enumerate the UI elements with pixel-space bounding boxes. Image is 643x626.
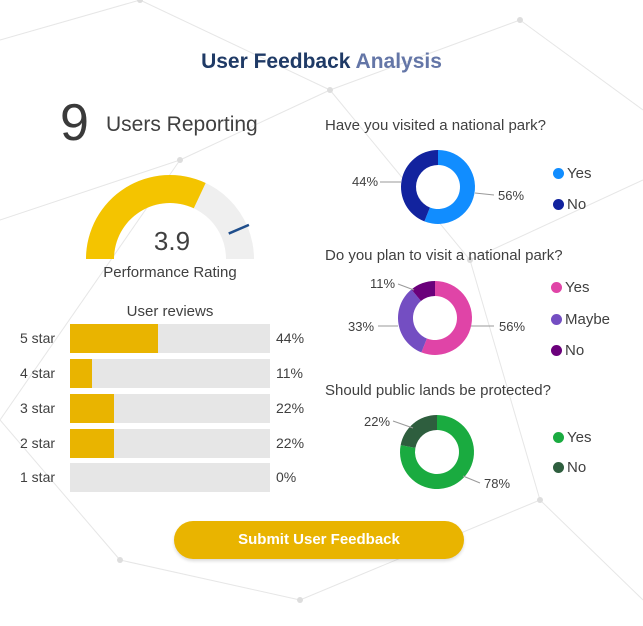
review-bar [70, 394, 114, 423]
review-bar-track [70, 394, 270, 423]
review-bar [70, 324, 158, 353]
legend-label: Yes [567, 429, 592, 446]
review-row: 5 star 44% [0, 324, 320, 354]
review-row: 3 star 22% [0, 394, 320, 424]
review-row: 1 star 0% [0, 463, 320, 493]
slice-percent-label: 56% [499, 319, 526, 334]
question-2-title: Do you plan to visit a national park? [325, 247, 563, 264]
review-bar [70, 429, 114, 458]
slice-percent-label: 22% [364, 414, 391, 429]
slice-percent-label: 78% [484, 476, 511, 491]
review-row-percent: 0% [276, 469, 297, 485]
legend-dot-icon [551, 314, 562, 325]
review-row-label: 1 star [20, 469, 56, 485]
review-row-percent: 11% [276, 365, 303, 381]
legend-dot-icon [551, 282, 562, 293]
review-bar [70, 359, 92, 388]
legend-label: Yes [567, 165, 592, 182]
review-bar-track [70, 324, 270, 353]
review-row-percent: 44% [276, 330, 305, 346]
legend-dot-icon [553, 432, 564, 443]
legend-label: No [565, 342, 585, 359]
title-part-1: User Feedback [201, 50, 351, 73]
title-part-2: Analysis [355, 50, 442, 73]
legend-label: No [567, 459, 587, 476]
slice-percent-label: 11% [370, 276, 396, 291]
review-row-label: 5 star [20, 330, 56, 346]
review-row-label: 3 star [20, 400, 56, 416]
review-bar-track [70, 463, 270, 492]
submit-feedback-button[interactable]: Submit User Feedback [174, 521, 464, 559]
review-bar-track [70, 359, 270, 388]
legend-label: Maybe [565, 311, 611, 328]
question-3-title: Should public lands be protected? [325, 382, 551, 399]
slice-percent-label: 56% [498, 188, 525, 203]
legend-label: Yes [565, 279, 590, 296]
review-row-percent: 22% [276, 400, 305, 416]
review-row: 2 star 22% [0, 429, 320, 459]
question-1-title: Have you visited a national park? [325, 117, 546, 134]
users-count: 9 [60, 94, 89, 152]
review-row: 4 star 11% [0, 359, 320, 389]
page-title: User Feedback Analysis [0, 50, 643, 74]
review-bar-track [70, 429, 270, 458]
review-row-percent: 22% [276, 435, 305, 451]
legend-label: No [567, 196, 587, 213]
legend-dot-icon [551, 345, 562, 356]
rating-label: Performance Rating [103, 264, 237, 281]
slice-percent-label: 33% [348, 319, 375, 334]
legend-dot-icon [553, 199, 564, 210]
legend-dot-icon [553, 462, 564, 473]
rating-value: 3.9 [153, 226, 191, 256]
review-row-label: 4 star [20, 365, 56, 381]
legend-dot-icon [553, 168, 564, 179]
reviews-title: User reviews [126, 303, 214, 320]
slice-percent-label: 44% [352, 174, 379, 189]
review-row-label: 2 star [20, 435, 56, 451]
users-label: Users Reporting [106, 113, 258, 136]
